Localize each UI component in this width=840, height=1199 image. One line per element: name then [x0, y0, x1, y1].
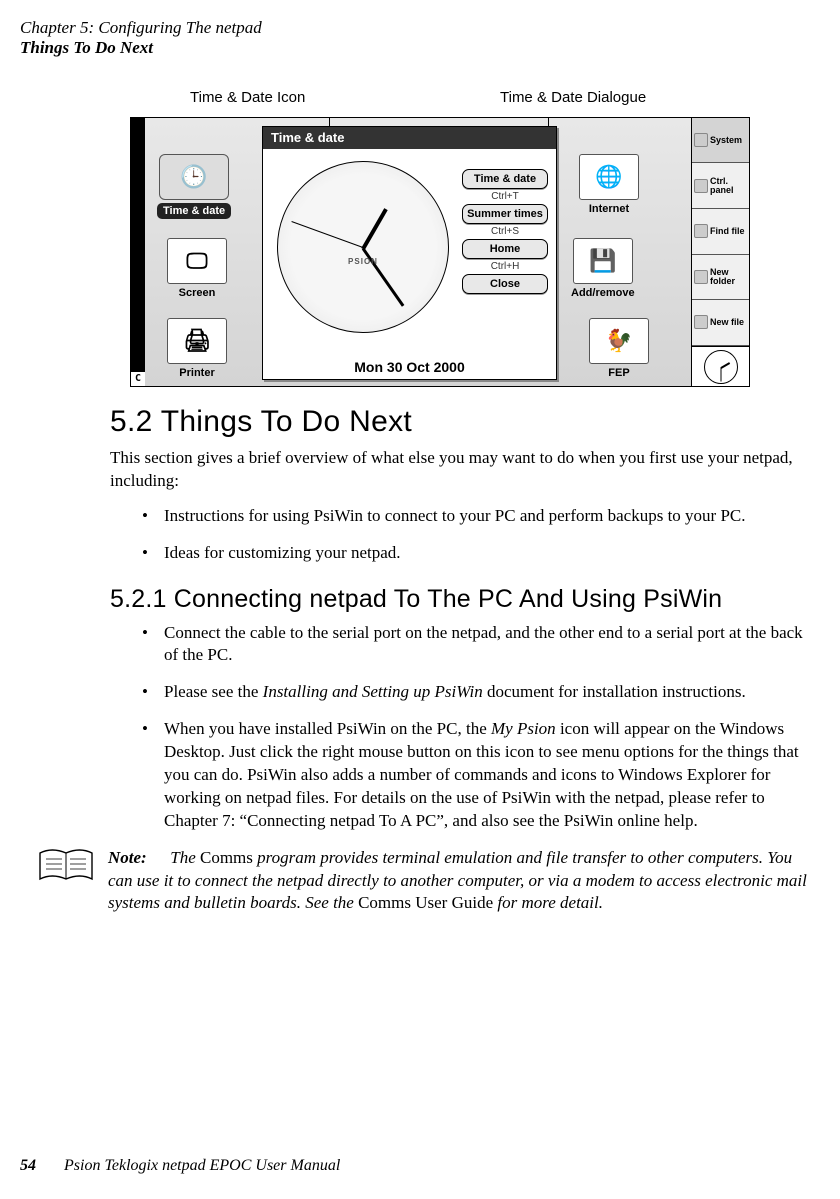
sidebar-item-label: New file — [710, 318, 744, 327]
system-icon — [694, 133, 708, 147]
heading-5-2: 5.2 Things To Do Next — [110, 405, 820, 439]
note-text: Note: The Comms program provides termina… — [108, 847, 820, 915]
desktop-icon-screen[interactable]: 🖵 Screen — [167, 238, 227, 299]
disk-icon: 💾 — [573, 238, 633, 284]
clock-second-hand — [291, 221, 363, 248]
system-sidebar: System Ctrl. panel Find file New folder … — [691, 118, 749, 386]
running-header: Chapter 5: Configuring The netpad Things… — [20, 18, 820, 59]
book-title: Psion Teklogix netpad EPOC User Manual — [64, 1157, 340, 1174]
shortcut-label: Ctrl+S — [491, 226, 519, 237]
globe-icon: 🌐 — [579, 154, 639, 200]
upright-run: Comms User Guide — [358, 893, 493, 912]
desktop-icon-label: Internet — [589, 203, 629, 215]
printer-icon: 🖨 — [167, 318, 227, 364]
note-block: Note: The Comms program provides termina… — [38, 847, 820, 915]
page-number: 54 — [20, 1157, 36, 1174]
ctrlpanel-icon — [694, 179, 708, 193]
list-item: Please see the Installing and Setting up… — [142, 681, 820, 704]
note-label: Note: — [108, 847, 166, 870]
text-run: Please see the — [164, 682, 263, 701]
body-content: 5.2 Things To Do Next This section gives… — [110, 405, 820, 915]
header-section: Things To Do Next — [20, 38, 820, 58]
file-icon — [694, 315, 708, 329]
time-date-dialog: Time & date PSION Time & date Ctrl+T Sum… — [262, 126, 557, 380]
text-run: for more detail. — [493, 893, 603, 912]
footer: 54 Psion Teklogix netpad EPOC User Manua… — [20, 1157, 340, 1175]
list-item: Connect the cable to the serial port on … — [142, 622, 820, 668]
annotation-row: Time & Date Icon Time & Date Dialogue — [130, 89, 750, 117]
page: Chapter 5: Configuring The netpad Things… — [0, 0, 840, 1199]
desktop-icon-fep[interactable]: 🐓 FEP — [589, 318, 649, 379]
time-date-button[interactable]: Time & date — [462, 169, 548, 189]
clock-icon: 🕒 — [159, 154, 229, 200]
annotation-left: Time & Date Icon — [190, 89, 305, 106]
bullet-list-5-2-1: Connect the cable to the serial port on … — [110, 622, 820, 834]
bullet-list-5-2: Instructions for using PsiWin to connect… — [110, 505, 820, 565]
desktop-icon-label: Add/remove — [571, 287, 635, 299]
drive-indicator: C — [131, 372, 145, 386]
screenshot: C 🕒 Time & date 🖵 Screen 🖨 Printer 🌐 Int… — [130, 117, 750, 387]
text-run: When you have installed PsiWin on the PC… — [164, 719, 491, 738]
summer-times-button[interactable]: Summer times — [462, 204, 548, 224]
sidebar-item-label: Ctrl. panel — [710, 177, 747, 195]
desktop-icon-label: FEP — [608, 367, 629, 379]
emphasis: Installing and Setting up PsiWin — [263, 682, 483, 701]
find-icon — [694, 224, 708, 238]
clock-hour-hand — [361, 208, 387, 250]
sidebar-item-label: System — [710, 136, 742, 145]
sidebar-item-new-file[interactable]: New file — [692, 300, 749, 346]
text-run: document for installation instructions. — [483, 682, 746, 701]
desktop-icon-label: Printer — [179, 367, 214, 379]
home-button[interactable]: Home — [462, 239, 548, 259]
sidebar-item-label: New folder — [710, 268, 747, 286]
clock-icon — [704, 350, 738, 384]
analog-clock: PSION — [277, 161, 449, 333]
desktop-icon-time-date[interactable]: 🕒 Time & date — [157, 154, 231, 219]
desktop-icon-label: Screen — [179, 287, 216, 299]
bird-icon: 🐓 — [589, 318, 649, 364]
desktop-icon-printer[interactable]: 🖨 Printer — [167, 318, 227, 379]
dialog-title: Time & date — [263, 127, 556, 149]
annotation-right: Time & Date Dialogue — [500, 89, 646, 106]
book-icon — [38, 847, 94, 885]
monitor-icon: 🖵 — [167, 238, 227, 284]
dialog-buttons: Time & date Ctrl+T Summer times Ctrl+S H… — [462, 169, 548, 294]
list-item: Ideas for customizing your netpad. — [142, 542, 820, 565]
desktop-icon-internet[interactable]: 🌐 Internet — [579, 154, 639, 215]
list-item: When you have installed PsiWin on the PC… — [142, 718, 820, 833]
upright-run: Comms — [200, 848, 253, 867]
header-chapter: Chapter 5: Configuring The netpad — [20, 18, 820, 38]
emphasis: My Psion — [491, 719, 556, 738]
desktop-icon-add-remove[interactable]: 💾 Add/remove — [571, 238, 635, 299]
sidebar-item-ctrl-panel[interactable]: Ctrl. panel — [692, 163, 749, 209]
text-run: The — [170, 848, 200, 867]
clock-brand: PSION — [278, 257, 448, 266]
sidebar-item-new-folder[interactable]: New folder — [692, 255, 749, 301]
shortcut-label: Ctrl+T — [491, 191, 519, 202]
folder-icon — [694, 270, 708, 284]
intro-paragraph: This section gives a brief overview of w… — [110, 447, 820, 493]
dialog-date: Mon 30 Oct 2000 — [263, 359, 556, 375]
desktop-icon-label: Time & date — [157, 203, 231, 219]
close-button[interactable]: Close — [462, 274, 548, 294]
shortcut-label: Ctrl+H — [491, 261, 520, 272]
sidebar-item-label: Find file — [710, 227, 745, 236]
dialog-body: PSION Time & date Ctrl+T Summer times Ct… — [263, 149, 556, 381]
list-item: Instructions for using PsiWin to connect… — [142, 505, 820, 528]
sidebar-item-system[interactable]: System — [692, 118, 749, 164]
sidebar-clock — [692, 346, 749, 387]
heading-5-2-1: 5.2.1 Connecting netpad To The PC And Us… — [110, 585, 820, 614]
sidebar-item-find-file[interactable]: Find file — [692, 209, 749, 255]
screenshot-left-bar — [131, 118, 145, 386]
